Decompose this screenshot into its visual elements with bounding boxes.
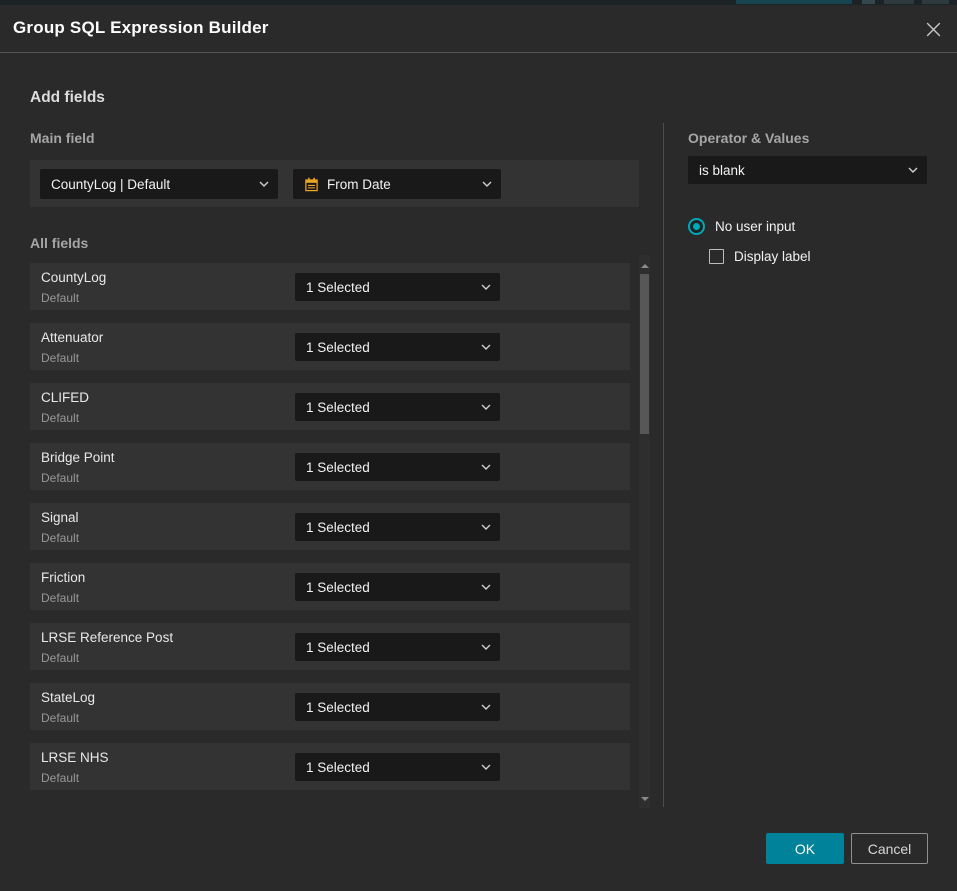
checkbox-unchecked-icon — [709, 249, 724, 264]
dropdown-value: CountyLog | Default — [51, 177, 170, 192]
dropdown-value: 1 Selected — [306, 400, 370, 415]
chevron-down-icon — [481, 644, 491, 650]
fields-scrollbar[interactable] — [639, 255, 650, 808]
field-subtitle: Default — [41, 771, 79, 785]
field-subtitle: Default — [41, 651, 79, 665]
operator-dropdown[interactable]: is blank — [688, 156, 927, 184]
dropdown-value: 1 Selected — [306, 340, 370, 355]
radio-selected-icon — [688, 218, 705, 235]
field-row: StateLog Default 1 Selected — [30, 683, 630, 730]
field-selection-dropdown[interactable]: 1 Selected — [295, 693, 500, 721]
dropdown-value: 1 Selected — [306, 580, 370, 595]
app-header-fragment — [884, 0, 914, 4]
all-fields-label: All fields — [30, 235, 88, 251]
dialog-title: Group SQL Expression Builder — [13, 18, 269, 38]
chevron-down-icon — [481, 404, 491, 410]
chevron-down-icon — [481, 704, 491, 710]
field-selection-dropdown[interactable]: 1 Selected — [295, 393, 500, 421]
chevron-down-icon — [481, 764, 491, 770]
field-subtitle: Default — [41, 411, 79, 425]
field-name: StateLog — [41, 690, 95, 705]
field-name: Bridge Point — [41, 450, 115, 465]
main-field-label: Main field — [30, 130, 95, 146]
dropdown-value: is blank — [699, 163, 745, 178]
field-row: Attenuator Default 1 Selected — [30, 323, 630, 370]
field-row: Signal Default 1 Selected — [30, 503, 630, 550]
calendar-icon — [304, 177, 319, 192]
group-sql-expression-builder-dialog: Group SQL Expression Builder Add fields … — [0, 5, 957, 891]
chevron-down-icon — [481, 524, 491, 530]
chevron-down-icon — [908, 167, 918, 173]
field-row: Bridge Point Default 1 Selected — [30, 443, 630, 490]
checkbox-label: Display label — [734, 249, 811, 264]
field-selection-dropdown[interactable]: 1 Selected — [295, 633, 500, 661]
field-subtitle: Default — [41, 711, 79, 725]
chevron-down-icon — [481, 584, 491, 590]
field-name: LRSE NHS — [41, 750, 109, 765]
field-selection-dropdown[interactable]: 1 Selected — [295, 513, 500, 541]
field-row: LRSE Reference Post Default 1 Selected — [30, 623, 630, 670]
main-field-layer-dropdown[interactable]: CountyLog | Default — [40, 169, 278, 199]
app-header-fragment — [736, 0, 852, 4]
field-row: CLIFED Default 1 Selected — [30, 383, 630, 430]
no-user-input-radio[interactable]: No user input — [688, 218, 795, 235]
app-header-fragment — [862, 0, 875, 4]
dropdown-value: From Date — [327, 177, 391, 192]
field-name: Friction — [41, 570, 85, 585]
chevron-down-icon — [482, 181, 492, 187]
field-row: LRSE NHS Default 1 Selected — [30, 743, 630, 790]
field-name: Attenuator — [41, 330, 103, 345]
cancel-button[interactable]: Cancel — [851, 833, 928, 864]
field-selection-dropdown[interactable]: 1 Selected — [295, 573, 500, 601]
field-name: CountyLog — [41, 270, 106, 285]
field-selection-dropdown[interactable]: 1 Selected — [295, 753, 500, 781]
chevron-down-icon — [259, 181, 269, 187]
dropdown-value: 1 Selected — [306, 520, 370, 535]
field-subtitle: Default — [41, 591, 79, 605]
dropdown-value: 1 Selected — [306, 760, 370, 775]
field-subtitle: Default — [41, 291, 79, 305]
field-row: Friction Default 1 Selected — [30, 563, 630, 610]
radio-label: No user input — [715, 219, 795, 234]
dropdown-value: 1 Selected — [306, 700, 370, 715]
field-subtitle: Default — [41, 471, 79, 485]
add-fields-heading: Add fields — [30, 89, 105, 107]
close-icon — [924, 20, 943, 39]
main-field-container: CountyLog | Default From Date — [30, 160, 639, 207]
dropdown-value: 1 Selected — [306, 640, 370, 655]
main-field-field-dropdown[interactable]: From Date — [293, 169, 501, 199]
field-selection-dropdown[interactable]: 1 Selected — [295, 273, 500, 301]
display-label-checkbox[interactable]: Display label — [709, 249, 811, 264]
field-subtitle: Default — [41, 531, 79, 545]
field-name: LRSE Reference Post — [41, 630, 173, 645]
field-name: CLIFED — [41, 390, 89, 405]
scroll-down-icon[interactable] — [641, 797, 649, 801]
chevron-down-icon — [481, 464, 491, 470]
scroll-up-icon[interactable] — [641, 264, 649, 268]
app-header-fragment — [922, 0, 949, 4]
field-name: Signal — [41, 510, 79, 525]
dropdown-value: 1 Selected — [306, 460, 370, 475]
field-selection-dropdown[interactable]: 1 Selected — [295, 333, 500, 361]
all-fields-list: CountyLog Default 1 Selected Attenuator … — [30, 263, 630, 790]
panel-divider — [663, 123, 664, 807]
field-row: CountyLog Default 1 Selected — [30, 263, 630, 310]
ok-button[interactable]: OK — [766, 833, 844, 864]
dialog-titlebar: Group SQL Expression Builder — [0, 5, 957, 53]
field-subtitle: Default — [41, 351, 79, 365]
close-button[interactable] — [923, 19, 943, 39]
scrollbar-thumb[interactable] — [640, 274, 649, 434]
operator-values-heading: Operator & Values — [688, 130, 809, 146]
chevron-down-icon — [481, 344, 491, 350]
dropdown-value: 1 Selected — [306, 280, 370, 295]
field-selection-dropdown[interactable]: 1 Selected — [295, 453, 500, 481]
chevron-down-icon — [481, 284, 491, 290]
